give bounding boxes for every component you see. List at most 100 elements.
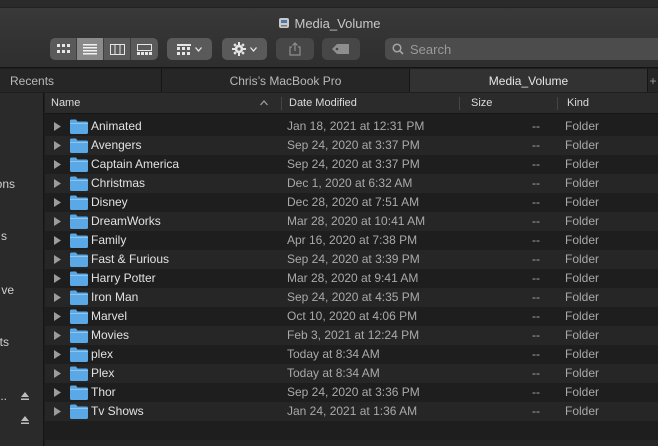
file-size: -- — [532, 385, 540, 399]
column-name[interactable]: Name — [45, 93, 281, 114]
table-row[interactable]: Disney Dec 28, 2020 at 7:51 AM -- Folder — [45, 193, 658, 212]
disclosure-triangle-icon[interactable] — [54, 255, 61, 264]
disclosure-triangle-icon[interactable] — [54, 350, 61, 359]
table-row[interactable]: Marvel Oct 10, 2020 at 4:06 PM -- Folder — [45, 307, 658, 326]
column-divider — [281, 97, 282, 110]
file-list: Name Date Modified Size Kind Animated Jan… — [45, 93, 658, 446]
sidebar-item-downloads[interactable]: ts — [0, 335, 9, 349]
date-modified: Mar 28, 2020 at 10:41 AM — [287, 214, 426, 228]
file-kind: Folder — [565, 328, 600, 342]
sidebar-item-documents[interactable]: s — [1, 229, 7, 243]
table-row[interactable]: Animated Jan 18, 2021 at 12:31 PM -- Folder — [45, 117, 658, 136]
share-button[interactable] — [276, 38, 314, 60]
table-row[interactable]: DreamWorks Mar 28, 2020 at 10:41 AM -- Fold… — [45, 212, 658, 231]
file-kind: Folder — [565, 176, 600, 190]
column-size[interactable]: Size — [465, 93, 557, 114]
disclosure-triangle-icon[interactable] — [54, 160, 61, 169]
chevron-down-icon — [250, 46, 257, 52]
disclosure-triangle-icon[interactable] — [54, 141, 61, 150]
columns-icon — [109, 43, 125, 55]
icon-view-button[interactable] — [50, 38, 77, 60]
table-row[interactable]: Fast & Furious Sep 24, 2020 at 3:39 PM -- F… — [45, 250, 658, 269]
disclosure-triangle-icon[interactable] — [54, 293, 61, 302]
file-kind: Folder — [565, 271, 600, 285]
table-row[interactable]: Captain America Sep 24, 2020 at 3:37 PM --… — [45, 155, 658, 174]
date-modified: Feb 3, 2021 at 12:24 PM — [287, 328, 420, 342]
file-kind: Folder — [565, 290, 600, 304]
file-name: Family — [91, 233, 127, 247]
chevron-down-icon — [195, 46, 202, 52]
disclosure-triangle-icon[interactable] — [54, 198, 61, 207]
file-kind: Folder — [565, 309, 600, 323]
table-row[interactable]: Harry Potter Mar 28, 2020 at 9:41 AM -- Fol… — [45, 269, 658, 288]
disclosure-triangle-icon[interactable] — [54, 407, 61, 416]
sidebar-item-applications[interactable]: ons — [0, 177, 15, 191]
file-name: Marvel — [91, 309, 128, 323]
group-by-button[interactable] — [167, 38, 212, 60]
file-size: -- — [532, 252, 540, 266]
sidebar-item-drive[interactable]: ve — [1, 283, 14, 297]
gallery-view-button[interactable] — [131, 38, 158, 60]
empty-row — [45, 421, 658, 440]
disclosure-triangle-icon[interactable] — [54, 331, 61, 340]
folder-icon — [70, 214, 88, 229]
file-name: Animated — [91, 119, 142, 133]
list-view-button[interactable] — [77, 38, 104, 60]
tab-macbook-pro[interactable]: Chris’s MacBook Pro — [162, 69, 410, 92]
disclosure-triangle-icon[interactable] — [54, 388, 61, 397]
table-row[interactable]: Family Apr 16, 2020 at 7:38 PM -- Folder — [45, 231, 658, 250]
table-row[interactable]: plex Today at 8:34 AM -- Folder — [45, 345, 658, 364]
gear-icon — [232, 42, 246, 56]
column-view-button[interactable] — [104, 38, 131, 60]
disclosure-triangle-icon[interactable] — [54, 179, 61, 188]
table-row[interactable]: Thor Sep 24, 2020 at 3:36 PM -- Folder — [45, 383, 658, 402]
grid-icon — [56, 43, 70, 53]
tab-recents[interactable]: Recents — [0, 69, 162, 92]
file-kind: Folder — [565, 119, 600, 133]
sidebar-item-device[interactable]: ... — [0, 389, 7, 403]
table-row[interactable]: Christmas Dec 1, 2020 at 6:32 AM -- Folder — [45, 174, 658, 193]
table-row[interactable]: Movies Feb 3, 2021 at 12:24 PM -- Folder — [45, 326, 658, 345]
file-kind: Folder — [565, 233, 600, 247]
file-size: -- — [532, 366, 540, 380]
window-top-strip — [0, 0, 658, 8]
file-size: -- — [532, 290, 540, 304]
list-icon — [83, 43, 97, 54]
date-modified: Sep 24, 2020 at 3:37 PM — [287, 138, 420, 152]
date-modified: Apr 16, 2020 at 7:38 PM — [287, 233, 418, 247]
file-size: -- — [532, 214, 540, 228]
disclosure-triangle-icon[interactable] — [54, 312, 61, 321]
eject-icon[interactable] — [20, 391, 30, 401]
file-size: -- — [532, 404, 540, 418]
file-size: -- — [532, 233, 540, 247]
folder-icon — [70, 233, 88, 248]
disclosure-triangle-icon[interactable] — [54, 217, 61, 226]
view-mode-control[interactable] — [50, 38, 158, 60]
disclosure-triangle-icon[interactable] — [54, 236, 61, 245]
file-kind: Folder — [565, 404, 600, 418]
tab-label: Media_Volume — [488, 73, 569, 88]
eject-icon[interactable] — [20, 415, 30, 425]
search-input[interactable] — [410, 41, 610, 57]
new-tab-button[interactable]: + — [648, 69, 658, 92]
table-row[interactable]: Plex Today at 8:34 AM -- Folder — [45, 364, 658, 383]
file-size: -- — [532, 176, 540, 190]
tab-media-volume[interactable]: Media_Volume — [410, 69, 648, 92]
disclosure-triangle-icon[interactable] — [54, 369, 61, 378]
table-row[interactable]: Tv Shows Jan 24, 2021 at 1:36 AM -- Folder — [45, 402, 658, 421]
tab-label: Recents — [10, 73, 55, 88]
date-modified: Today at 8:34 AM — [287, 347, 380, 361]
file-name: Fast & Furious — [91, 252, 170, 266]
column-date-modified[interactable]: Date Modified — [283, 93, 459, 114]
table-row[interactable]: Avengers Sep 24, 2020 at 3:37 PM -- Folder — [45, 136, 658, 155]
search-field[interactable] — [385, 38, 658, 60]
edit-tags-button[interactable] — [322, 38, 360, 60]
column-header: Name Date Modified Size Kind — [45, 93, 658, 114]
file-size: -- — [532, 347, 540, 361]
disclosure-triangle-icon[interactable] — [54, 122, 61, 131]
group-icon — [177, 43, 191, 55]
column-kind[interactable]: Kind — [561, 93, 658, 114]
disclosure-triangle-icon[interactable] — [54, 274, 61, 283]
table-row[interactable]: Iron Man Sep 24, 2020 at 4:35 PM -- Folder — [45, 288, 658, 307]
action-button[interactable] — [222, 38, 267, 60]
